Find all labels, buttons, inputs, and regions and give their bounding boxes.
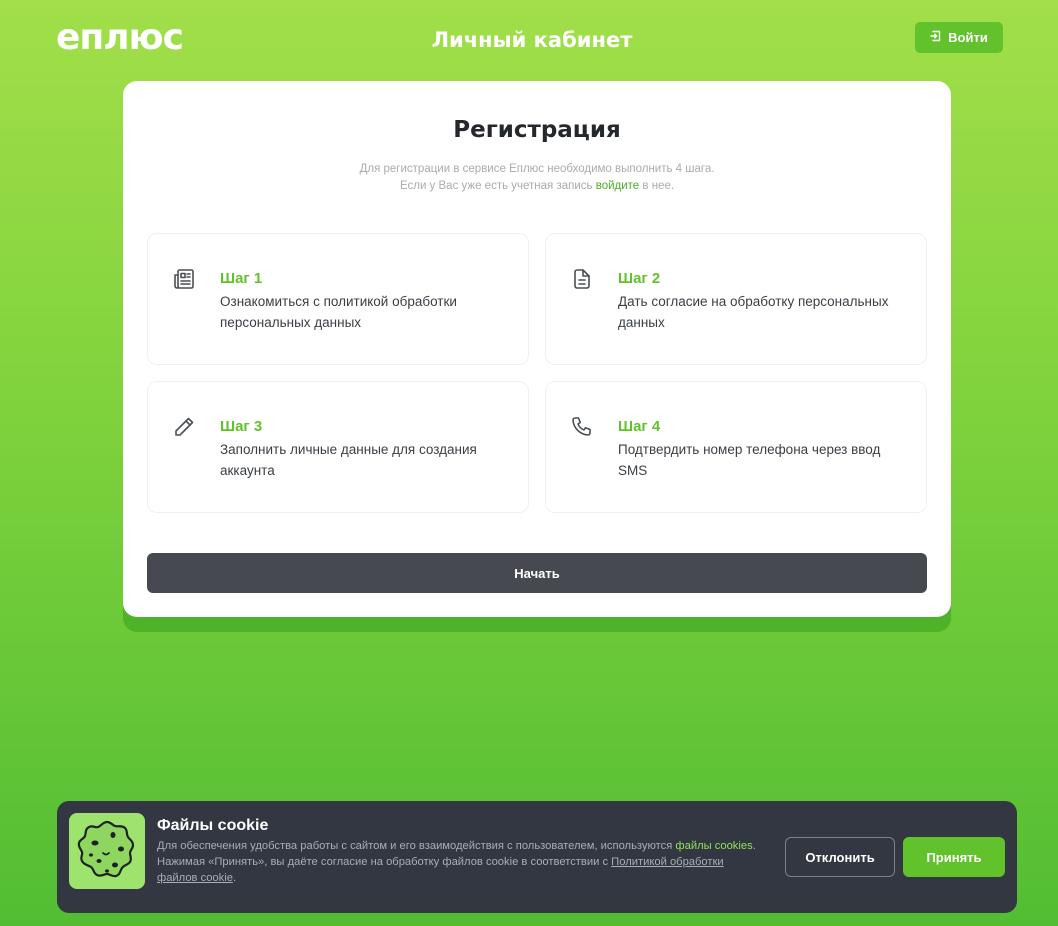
step-4-card: Шаг 4 Подтвердить номер телефона через в…: [545, 381, 927, 513]
desc-text-end: в нее.: [639, 180, 675, 192]
step-3-card: Шаг 3 Заполнить личные данные для создан…: [147, 381, 529, 513]
newspaper-icon: [172, 267, 196, 291]
step-4-text: Подтвердить номер телефона через ввод SM…: [618, 442, 881, 478]
step-2-text: Дать согласие на обработку персональных …: [618, 294, 889, 330]
accept-button[interactable]: Принять: [903, 837, 1005, 877]
pencil-icon: [172, 415, 196, 439]
registration-card: Регистрация Для регистрации в сервисе Еп…: [123, 81, 951, 617]
step-4-title: Шаг 4: [618, 418, 661, 435]
step-1-card: Шаг 1 Ознакомиться с политикой обработки…: [147, 233, 529, 365]
login-icon: [930, 30, 942, 45]
step-2-title: Шаг 2: [618, 270, 661, 287]
cookie-title: Файлы cookie: [157, 817, 269, 834]
cookies-link[interactable]: файлы cookies: [675, 840, 752, 852]
cookie-text-part: .: [232, 872, 237, 884]
phone-icon: [570, 415, 594, 439]
registration-description: Для регистрации в сервисе Еплюс необходи…: [357, 161, 717, 195]
cookie-text-part: Для обеспечения удобства работы с сайтом…: [157, 840, 676, 852]
step-3-text: Заполнить личные данные для создания акк…: [220, 442, 477, 478]
step-3-title: Шаг 3: [220, 418, 263, 435]
login-button[interactable]: Войти: [915, 22, 1003, 53]
step-1-title: Шаг 1: [220, 270, 263, 287]
login-label: Войти: [948, 30, 988, 45]
cookie-icon: [69, 813, 145, 889]
decline-button[interactable]: Отклонить: [785, 837, 895, 877]
login-link[interactable]: войдите: [596, 180, 639, 192]
step-2-card: Шаг 2 Дать согласие на обработку персона…: [545, 233, 927, 365]
step-1-text: Ознакомиться с политикой обработки персо…: [220, 294, 457, 330]
document-icon: [570, 267, 594, 291]
page-title: Личный кабинет: [431, 28, 633, 52]
registration-title: Регистрация: [453, 117, 621, 143]
cookie-text: Для обеспечения удобства работы с сайтом…: [157, 838, 765, 886]
cookie-banner: Файлы cookie Для обеспечения удобства ра…: [57, 801, 1017, 913]
start-button[interactable]: Начать: [147, 553, 927, 593]
